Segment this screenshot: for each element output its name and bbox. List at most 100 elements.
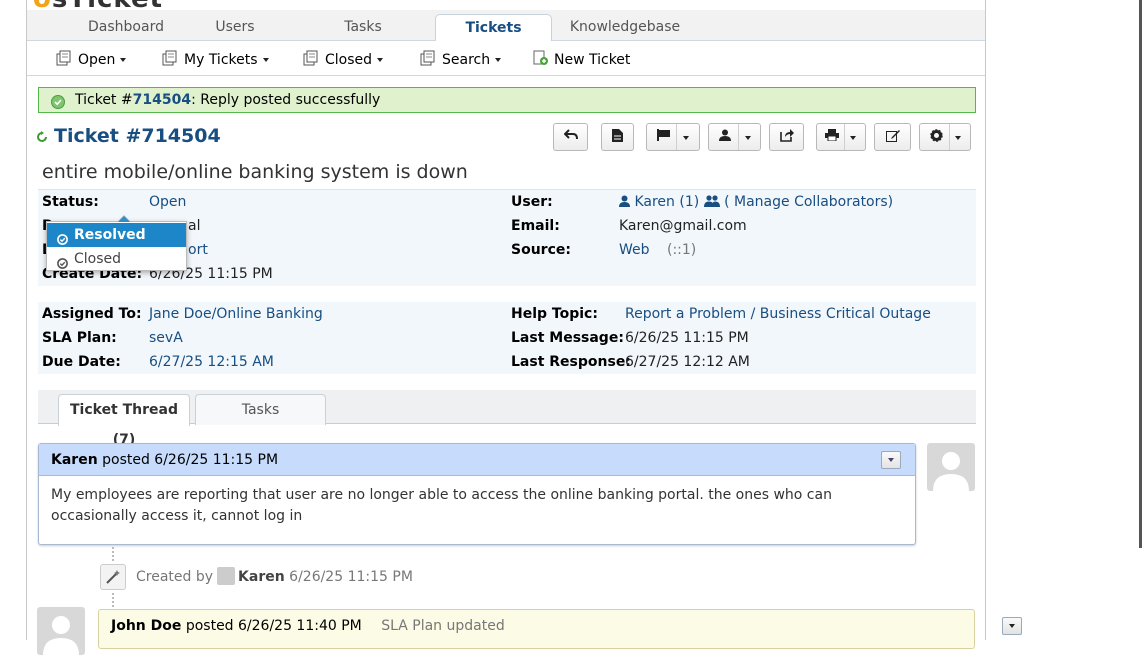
refresh-icon[interactable] — [36, 125, 48, 149]
status-dropdown: Resolved Closed — [46, 215, 187, 271]
tab-users[interactable]: Users — [191, 14, 279, 41]
collaborators-icon — [703, 194, 720, 210]
tab-dashboard[interactable]: Dashboard — [67, 14, 185, 41]
tab-knowledgebase[interactable]: Knowledgebase — [565, 14, 685, 41]
thread-entry-header: Karen posted 6/26/25 11:15 PM — [39, 444, 915, 476]
split-divider — [949, 124, 950, 150]
share-icon — [779, 128, 794, 146]
chevron-down-icon[interactable] — [850, 136, 856, 140]
tab-tickets[interactable]: Tickets — [435, 14, 552, 42]
thread-connector — [112, 593, 114, 607]
print-button[interactable] — [816, 123, 866, 151]
notice-prefix: Ticket # — [75, 92, 133, 108]
thread-entry: Karen posted 6/26/25 11:15 PM My employe… — [38, 443, 916, 545]
last-message-value: 6/26/25 11:15 PM — [625, 330, 749, 346]
entry-note: SLA Plan updated — [381, 618, 505, 634]
new-ticket-icon — [532, 50, 548, 71]
search-menu[interactable]: Search — [420, 50, 502, 71]
help-topic-label: Help Topic: — [511, 306, 598, 322]
notice-ticket-number[interactable]: 714504 — [133, 92, 191, 108]
due-date-value[interactable]: 6/27/25 12:15 AM — [149, 354, 274, 370]
entry-options-button[interactable] — [1002, 617, 1022, 635]
chevron-down-icon[interactable] — [745, 136, 751, 140]
sla-label: SLA Plan: — [42, 330, 117, 346]
tab-tasks[interactable]: Tasks — [195, 394, 326, 425]
success-notice: Ticket #714504: Reply posted successfull… — [38, 87, 976, 113]
chevron-down-icon — [262, 58, 269, 62]
avatar — [927, 443, 975, 491]
logo[interactable]: osTicket — [27, 0, 985, 10]
magic-wand-icon — [100, 564, 126, 590]
thread-entry: John Doe posted 6/26/25 11:40 PM SLA Pla… — [98, 609, 1022, 649]
chevron-down-icon[interactable] — [955, 136, 961, 140]
tickets-icon — [420, 50, 436, 71]
search-label: Search — [442, 52, 491, 68]
main-nav: Dashboard Users Tasks Tickets Knowledgeb… — [27, 10, 985, 42]
event-author: Karen — [238, 569, 285, 585]
chevron-down-icon[interactable] — [683, 136, 689, 140]
sla-value[interactable]: sevA — [149, 330, 183, 346]
user-label: User: — [511, 194, 553, 210]
assigned-value[interactable]: Jane Doe/Online Banking — [149, 306, 323, 322]
tab-ticket-thread[interactable]: Ticket Thread (7) — [58, 394, 190, 448]
gear-icon — [930, 128, 943, 146]
chevron-down-icon — [1009, 624, 1015, 628]
status-option-closed[interactable]: Closed — [47, 247, 186, 271]
split-divider — [844, 124, 845, 150]
email-label: Email: — [511, 218, 560, 234]
status-option-label: Resolved — [74, 227, 146, 243]
note-icon — [612, 128, 623, 146]
tab-tasks[interactable]: Tasks — [317, 14, 409, 41]
entry-posted: posted 6/26/25 11:15 PM — [102, 452, 279, 468]
avatar — [37, 607, 85, 655]
chevron-down-icon — [495, 58, 502, 62]
transfer-button[interactable] — [769, 123, 804, 151]
tickets-icon — [56, 50, 72, 71]
department-value[interactable]: ort — [188, 242, 208, 258]
open-label: Open — [78, 52, 116, 68]
new-ticket-link[interactable]: New Ticket — [532, 50, 630, 68]
closed-tickets-menu[interactable]: Closed — [303, 50, 384, 71]
chevron-down-icon — [120, 58, 127, 62]
ticket-info-assignment: Assigned To: Jane Doe/Online Banking SLA… — [38, 302, 976, 374]
event-text: Created by Karen 6/26/25 11:15 PM — [136, 562, 413, 592]
user-value[interactable]: Karen (1) ( Manage Collaborators) — [619, 194, 893, 210]
assign-button[interactable] — [708, 123, 761, 151]
status-option-label: Closed — [74, 251, 122, 267]
edit-button[interactable] — [874, 123, 911, 151]
manage-collaborators-link[interactable]: ( Manage Collaborators) — [724, 194, 893, 210]
thread-connector — [112, 547, 114, 561]
flag-button[interactable] — [646, 123, 700, 151]
tickets-icon — [162, 50, 178, 71]
tickets-icon — [303, 50, 319, 71]
help-topic-value[interactable]: Report a Problem / Business Critical Out… — [625, 306, 931, 322]
entry-options-button[interactable] — [881, 451, 901, 469]
due-date-label: Due Date: — [42, 354, 121, 370]
entry-posted: posted 6/26/25 11:40 PM — [185, 618, 362, 634]
split-divider — [676, 124, 677, 150]
my-tickets-menu[interactable]: My Tickets — [162, 50, 269, 68]
ticket-title[interactable]: Ticket #714504 — [36, 124, 221, 149]
priority-value: al — [188, 218, 201, 234]
status-value[interactable]: Open — [149, 194, 186, 210]
reply-button[interactable] — [553, 123, 588, 151]
my-tickets-label: My Tickets — [184, 52, 258, 68]
event-prefix: Created by — [136, 569, 214, 585]
status-option-resolved[interactable]: Resolved — [47, 223, 186, 247]
entry-author: John Doe — [111, 618, 182, 634]
page-frame: osTicket Dashboard Users Tasks Tickets K… — [26, 0, 1022, 655]
chevron-down-icon — [888, 458, 894, 462]
entry-body: My employees are reporting that user are… — [51, 487, 832, 524]
more-settings-button[interactable] — [919, 123, 971, 151]
source-name: Web — [619, 242, 650, 258]
avatar — [217, 567, 236, 585]
source-value: Web (::1) — [619, 242, 696, 258]
check-circle-icon — [51, 93, 65, 117]
note-button[interactable] — [601, 123, 634, 151]
window-scrollbar[interactable] — [1128, 0, 1142, 640]
flag-icon — [657, 129, 671, 145]
status-label: Status: — [42, 194, 99, 210]
source-label: Source: — [511, 242, 571, 258]
last-response-label: Last Response: — [511, 354, 631, 370]
open-tickets-menu[interactable]: Open — [56, 50, 127, 71]
